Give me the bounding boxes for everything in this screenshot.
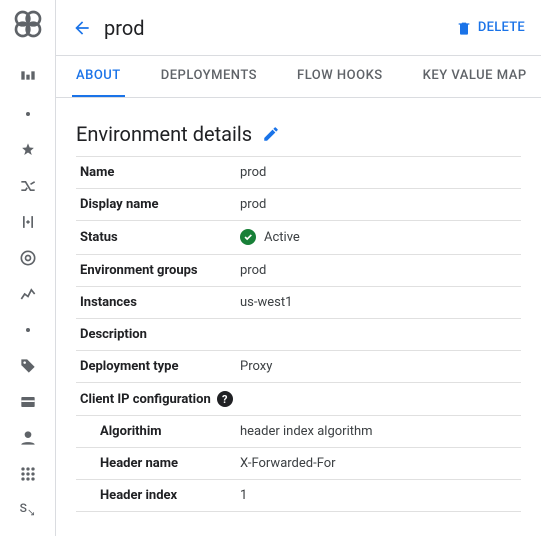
sidebar-item-tag[interactable]	[8, 348, 48, 384]
sidebar-item-user[interactable]	[8, 420, 48, 456]
value-header-index: 1	[236, 480, 521, 512]
value-instances: us-west1	[236, 287, 521, 319]
row-name: Name prod	[76, 157, 521, 189]
trash-icon	[456, 20, 472, 36]
help-icon[interactable]: ?	[217, 391, 233, 407]
label-status: Status	[76, 221, 236, 255]
row-status: Status Active	[76, 221, 521, 255]
delete-label: DELETE	[478, 20, 525, 35]
label-algorithm: Algorithim	[76, 416, 236, 448]
label-env-groups: Environment groups	[76, 255, 236, 287]
section-title: Environment details	[76, 122, 252, 146]
details-table: Name prod Display name prod Status Acti	[76, 156, 521, 512]
row-instances: Instances us-west1	[76, 287, 521, 319]
tab-deployments[interactable]: DEPLOYMENTS	[157, 56, 261, 98]
row-display-name: Display name prod	[76, 189, 521, 221]
tab-flow-hooks[interactable]: FLOW HOOKS	[293, 56, 387, 98]
value-display-name: prod	[236, 189, 521, 221]
status-text: Active	[264, 230, 300, 245]
label-description: Description	[76, 319, 236, 351]
delete-button[interactable]: DELETE	[456, 20, 525, 36]
sidebar-item-card[interactable]	[8, 384, 48, 420]
content: Environment details Name prod Display na…	[56, 98, 541, 536]
sidebar-separator-2	[8, 312, 48, 348]
tabs: ABOUT DEPLOYMENTS FLOW HOOKS KEY VALUE M…	[56, 56, 541, 98]
label-name: Name	[76, 157, 236, 189]
sidebar-item-develop[interactable]	[8, 132, 48, 168]
row-env-groups: Environment groups prod	[76, 255, 521, 287]
page-header: prod DELETE	[56, 0, 541, 56]
label-header-name: Header name	[76, 448, 236, 480]
sidebar-item-dashboard[interactable]	[8, 60, 48, 96]
label-deployment-type: Deployment type	[76, 351, 236, 383]
sidebar-separator	[8, 96, 48, 132]
row-algorithm: Algorithim header index algorithm	[76, 416, 521, 448]
value-description	[236, 319, 521, 351]
product-logo[interactable]	[12, 8, 44, 40]
row-header-index: Header index 1	[76, 480, 521, 512]
back-arrow-icon[interactable]	[72, 18, 92, 38]
sidebar-item-shuffle[interactable]	[8, 168, 48, 204]
tab-key-value-maps[interactable]: KEY VALUE MAP	[419, 56, 531, 98]
row-description: Description	[76, 319, 521, 351]
sidebar: S↘	[0, 0, 56, 536]
sidebar-item-publish[interactable]	[8, 204, 48, 240]
sidebar-item-analytics[interactable]	[8, 276, 48, 312]
row-header-name: Header name X-Forwarded-For	[76, 448, 521, 480]
row-deployment-type: Deployment type Proxy	[76, 351, 521, 383]
value-deployment-type: Proxy	[236, 351, 521, 383]
pencil-icon	[262, 125, 280, 143]
page-title: prod	[104, 16, 444, 40]
label-display-name: Display name	[76, 189, 236, 221]
row-client-ip-config: Client IP configuration ?	[76, 383, 521, 416]
value-status: Active	[236, 221, 521, 255]
sidebar-item-spend[interactable]: S↘	[8, 492, 48, 528]
value-name: prod	[236, 157, 521, 189]
check-circle-icon	[240, 229, 256, 245]
value-header-name: X-Forwarded-For	[236, 448, 521, 480]
label-instances: Instances	[76, 287, 236, 319]
sidebar-item-security[interactable]	[8, 240, 48, 276]
label-client-ip-config: Client IP configuration	[80, 392, 211, 407]
tab-about[interactable]: ABOUT	[72, 56, 125, 98]
edit-button[interactable]	[262, 125, 280, 143]
label-header-index: Header index	[76, 480, 236, 512]
value-algorithm: header index algorithm	[236, 416, 521, 448]
value-env-groups: prod	[236, 255, 521, 287]
sidebar-item-apps[interactable]	[8, 456, 48, 492]
